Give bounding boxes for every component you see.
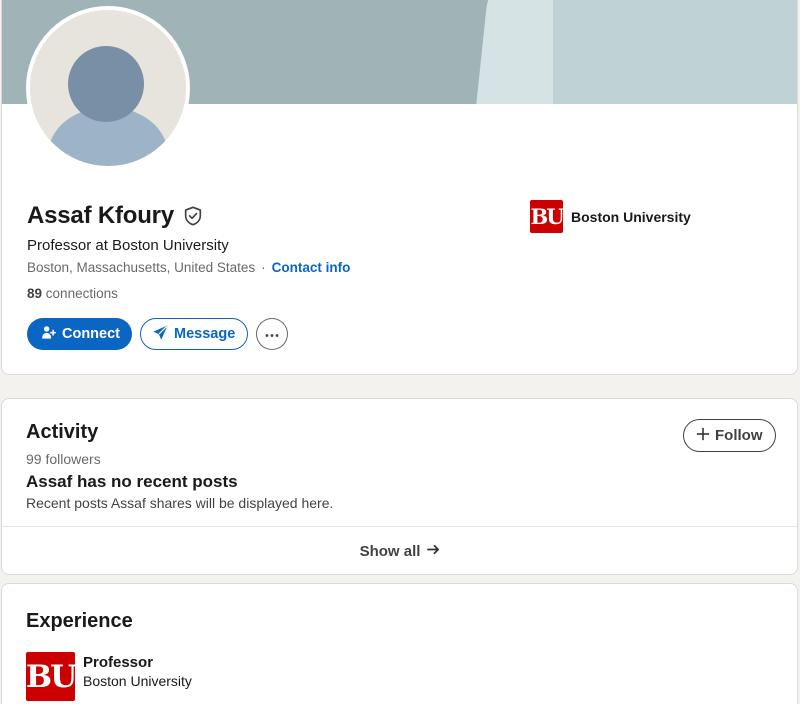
verified-shield-icon[interactable] [182,205,204,227]
profile-headline: Professor at Boston University [27,237,229,254]
follow-label: Follow [715,427,763,444]
follow-button[interactable]: Follow [683,419,776,452]
arrow-right-icon [426,542,441,561]
show-all-activity-button[interactable]: Show all [2,526,797,574]
experience-item-text: Professor Boston University [83,652,192,701]
boston-university-logo: BU [530,200,565,233]
profile-location: Boston, Massachusetts, United States [27,260,256,275]
experience-title-text: Professor [83,654,154,671]
more-horizontal-icon [264,325,280,343]
company-name: Boston University [571,208,691,225]
message-label: Message [174,326,236,342]
profile-name: Assaf Kfoury [27,202,174,229]
boston-university-logo: BU [26,652,77,701]
location-row: Boston, Massachusetts, United States · C… [27,260,350,275]
avatar-placeholder-icon [30,10,186,166]
no-posts-title: Assaf has no recent posts [26,472,238,491]
name-row: Assaf Kfoury [27,202,204,230]
connections-label: connections [45,286,118,301]
location-separator: · [261,260,266,275]
contact-info-link[interactable]: Contact info [272,260,351,275]
message-button[interactable]: Message [140,318,249,350]
current-company[interactable]: BU Boston University [530,200,691,233]
connect-label: Connect [62,326,120,342]
profile-actions: Connect Message [27,318,289,350]
send-icon [153,325,168,344]
show-all-label: Show all [359,543,421,560]
experience-item[interactable]: BU Professor Boston University [26,652,192,701]
connections-count[interactable]: 89 connections [27,286,118,301]
activity-card: Activity 99 followers Assaf has no recen… [1,398,798,575]
experience-company: Boston University [83,673,192,689]
experience-title: Experience [26,610,133,632]
add-person-icon [41,325,56,344]
avatar[interactable] [26,6,190,170]
plus-icon [696,427,710,445]
profile-card: Assaf Kfoury Professor at Boston Univers… [1,0,798,375]
more-actions-button[interactable] [256,318,289,350]
connections-number: 89 [27,286,43,301]
no-posts-subtitle: Recent posts Assaf shares will be displa… [26,495,334,511]
experience-card: Experience BU Professor Boston Universit… [1,583,798,704]
banner-band-right [553,0,797,104]
followers-count: 99 followers [26,451,101,467]
connect-button[interactable]: Connect [27,318,132,350]
activity-title: Activity [26,421,99,443]
